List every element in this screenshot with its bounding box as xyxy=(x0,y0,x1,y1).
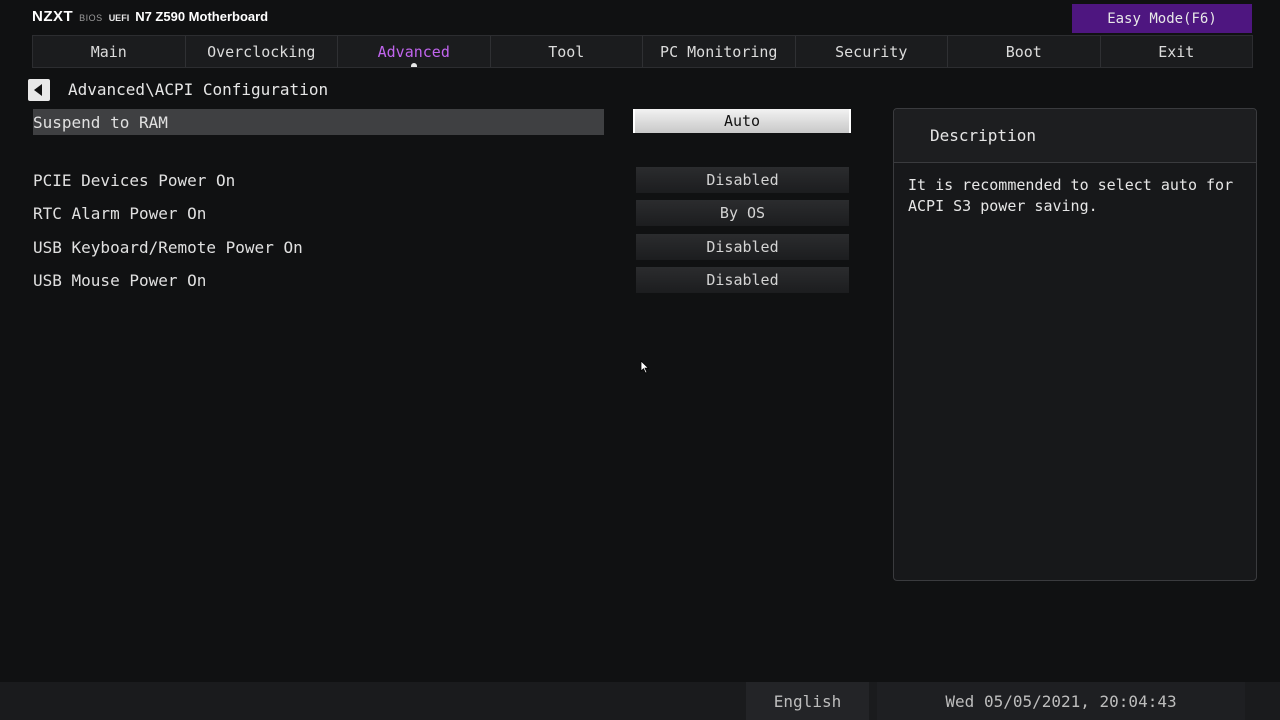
tab-label: Advanced xyxy=(377,42,450,61)
brand-header: NZXT BIOS UEFI N7 Z590 Motherboard xyxy=(32,8,268,28)
tab-label: Security xyxy=(835,42,908,61)
setting-usb-mouse-power-on-value[interactable]: Disabled xyxy=(636,267,849,293)
tab-advanced[interactable]: Advanced xyxy=(338,36,491,67)
tab-boot[interactable]: Boot xyxy=(948,36,1101,67)
breadcrumb: Advanced\ACPI Configuration xyxy=(68,80,329,99)
bios-label: BIOS xyxy=(79,13,103,23)
status-bar: English Wed 05/05/2021, 20:04:43 xyxy=(0,682,1280,720)
tab-main[interactable]: Main xyxy=(33,36,186,67)
setting-pcie-devices-power-on-label[interactable]: PCIE Devices Power On xyxy=(33,167,235,193)
tab-label: Main xyxy=(90,42,127,61)
setting-rtc-alarm-power-on-label[interactable]: RTC Alarm Power On xyxy=(33,200,206,226)
description-panel: Description It is recommended to select … xyxy=(893,108,1257,581)
tab-tool[interactable]: Tool xyxy=(491,36,643,67)
easy-mode-button[interactable]: Easy Mode(F6) xyxy=(1072,4,1252,33)
tab-label: Overclocking xyxy=(207,42,316,61)
tab-label: PC Monitoring xyxy=(660,42,778,61)
back-button[interactable] xyxy=(28,79,50,101)
tab-pc-monitoring[interactable]: PC Monitoring xyxy=(643,36,796,67)
back-arrow-icon xyxy=(34,84,42,96)
setting-usb-keyboard-remote-power-on-value[interactable]: Disabled xyxy=(636,234,849,260)
tab-overclocking[interactable]: Overclocking xyxy=(186,36,338,67)
tab-label: Boot xyxy=(1005,42,1042,61)
main-tabs: Main Overclocking Advanced Tool PC Monit… xyxy=(32,35,1253,68)
uefi-label: UEFI xyxy=(108,13,130,23)
bios-screen: NZXT BIOS UEFI N7 Z590 Motherboard Easy … xyxy=(0,0,1280,720)
tab-label: Tool xyxy=(548,42,585,61)
active-tab-indicator xyxy=(410,63,417,67)
tab-exit[interactable]: Exit xyxy=(1101,36,1253,67)
setting-suspend-to-ram-label[interactable]: Suspend to RAM xyxy=(33,109,604,135)
description-title: Description xyxy=(894,109,1256,163)
setting-pcie-devices-power-on-value[interactable]: Disabled xyxy=(636,167,849,193)
setting-suspend-to-ram-value[interactable]: Auto xyxy=(633,109,851,133)
setting-usb-keyboard-remote-power-on-label[interactable]: USB Keyboard/Remote Power On xyxy=(33,234,303,260)
setting-usb-mouse-power-on-label[interactable]: USB Mouse Power On xyxy=(33,267,206,293)
tab-security[interactable]: Security xyxy=(796,36,948,67)
tab-label: Exit xyxy=(1158,42,1195,61)
language-selector[interactable]: English xyxy=(746,682,869,720)
setting-rtc-alarm-power-on-value[interactable]: By OS xyxy=(636,200,849,226)
model-name: N7 Z590 Motherboard xyxy=(135,9,269,24)
description-text: It is recommended to select auto for ACP… xyxy=(908,176,1234,215)
date-time: Wed 05/05/2021, 20:04:43 xyxy=(877,682,1245,720)
nzxt-logo: NZXT xyxy=(32,8,74,25)
